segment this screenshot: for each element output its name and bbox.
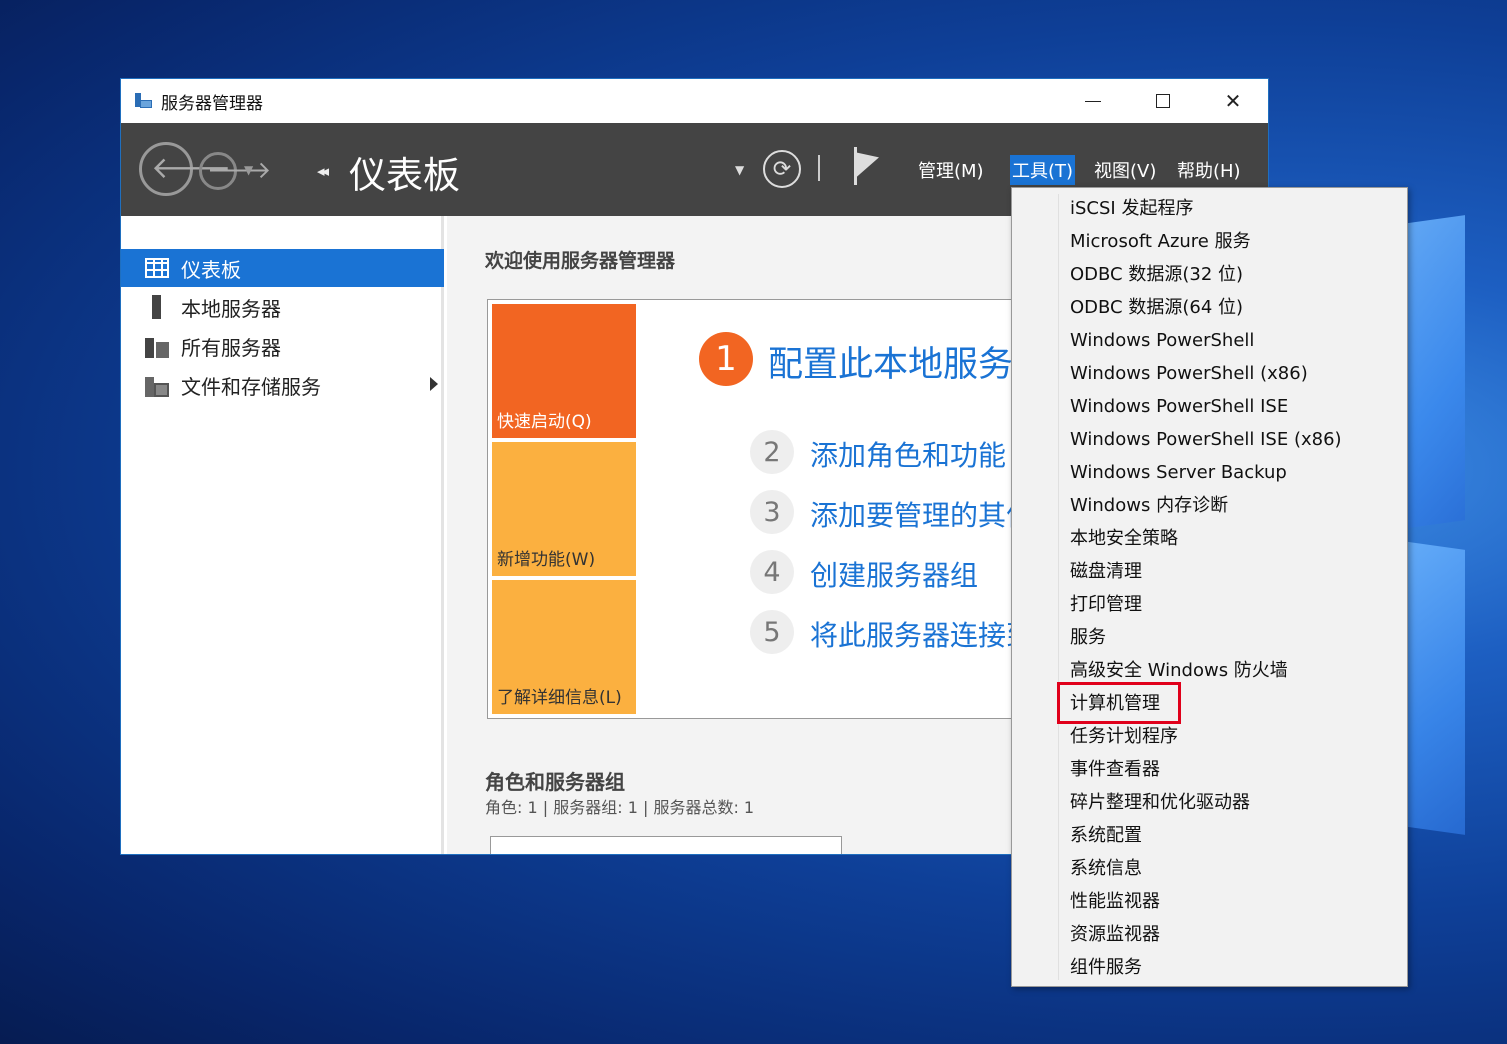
sidebar-item-label: 本地服务器 bbox=[181, 296, 281, 321]
expand-arrow-icon[interactable] bbox=[430, 377, 438, 391]
menu-tools[interactable]: 工具(T) bbox=[1010, 155, 1076, 185]
sidebar-item-label: 文件和存储服务 bbox=[181, 374, 321, 399]
step-number-2: 2 bbox=[750, 430, 794, 474]
history-dropdown-icon[interactable]: ▼ bbox=[244, 163, 253, 177]
server-icon bbox=[145, 295, 171, 319]
step-number-4: 4 bbox=[750, 550, 794, 594]
sidebar-item-local-server[interactable]: 本地服务器 bbox=[121, 288, 444, 326]
menu-gutter bbox=[1058, 194, 1059, 980]
window-title: 服务器管理器 bbox=[161, 93, 263, 114]
tools-menu-item-defragment-drives[interactable]: 碎片整理和优化驱动器 bbox=[1070, 786, 1250, 819]
step-number-3: 3 bbox=[750, 490, 794, 534]
dashboard-icon bbox=[145, 256, 171, 280]
menu-manage[interactable]: 管理(M) bbox=[916, 155, 986, 185]
step-number-5: 5 bbox=[750, 610, 794, 654]
sidebar: 仪表板 本地服务器 所有服务器 文件和存储服务 bbox=[121, 216, 444, 854]
roles-section-title: 角色和服务器组 bbox=[485, 770, 625, 794]
refresh-icon: ⟳ bbox=[772, 156, 792, 182]
tools-menu-item-disk-cleanup[interactable]: 磁盘清理 bbox=[1070, 555, 1142, 588]
sidebar-item-all-servers[interactable]: 所有服务器 bbox=[121, 327, 444, 365]
breadcrumb-chevron-icon: ◂◂ bbox=[317, 162, 329, 180]
tools-menu-item-task-scheduler[interactable]: 任务计划程序 bbox=[1070, 720, 1178, 753]
tools-menu-item-odbc-64[interactable]: ODBC 数据源(64 位) bbox=[1070, 291, 1243, 324]
step-link-create-group[interactable]: 创建服务器组 bbox=[810, 554, 978, 594]
page-title: 仪表板 bbox=[349, 154, 460, 197]
tools-menu-item-resource-monitor[interactable]: 资源监视器 bbox=[1070, 918, 1160, 951]
forward-arrow-icon: 🡒 bbox=[207, 156, 272, 184]
notifications-flag-icon[interactable] bbox=[854, 145, 884, 187]
tools-menu-item-powershell-ise-x86[interactable]: Windows PowerShell ISE (x86) bbox=[1070, 423, 1342, 456]
close-icon: ✕ bbox=[1224, 89, 1242, 113]
roles-summary: 角色: 1 | 服务器组: 1 | 服务器总数: 1 bbox=[485, 798, 755, 817]
tools-menu-item-services[interactable]: 服务 bbox=[1070, 621, 1106, 654]
tools-menu-item-system-information[interactable]: 系统信息 bbox=[1070, 852, 1142, 885]
close-button[interactable]: ✕ bbox=[1198, 79, 1268, 123]
server-manager-icon bbox=[133, 91, 153, 111]
step-number-1: 1 bbox=[699, 332, 753, 386]
tools-menu-item-odbc-32[interactable]: ODBC 数据源(32 位) bbox=[1070, 258, 1243, 291]
tools-menu-item-server-backup[interactable]: Windows Server Backup bbox=[1070, 456, 1287, 489]
sidebar-item-dashboard[interactable]: 仪表板 bbox=[121, 249, 444, 287]
tools-menu-item-local-security-policy[interactable]: 本地安全策略 bbox=[1070, 522, 1178, 555]
quick-start-panel: 快速启动(Q) 新增功能(W) 了解详细信息(L) 1 配置此本地服务 2 添加… bbox=[487, 299, 1034, 719]
tools-menu-item-system-configuration[interactable]: 系统配置 bbox=[1070, 819, 1142, 852]
back-button[interactable]: 🡐 bbox=[139, 142, 231, 196]
sidebar-item-file-storage[interactable]: 文件和存储服务 bbox=[121, 366, 444, 404]
tools-menu-item-memory-diagnostic[interactable]: Windows 内存诊断 bbox=[1070, 489, 1228, 522]
sidebar-item-label: 所有服务器 bbox=[181, 335, 281, 360]
tile-label: 了解详细信息(L) bbox=[497, 688, 622, 708]
sidebar-item-label: 仪表板 bbox=[181, 257, 241, 282]
toolbar-separator bbox=[818, 155, 820, 181]
forward-button[interactable]: 🡒 bbox=[199, 152, 271, 190]
title-bar[interactable]: 服务器管理器 ✕ bbox=[121, 79, 1268, 123]
welcome-title: 欢迎使用服务器管理器 bbox=[485, 250, 676, 272]
menu-help[interactable]: 帮助(H) bbox=[1175, 155, 1243, 185]
maximize-button[interactable] bbox=[1128, 79, 1198, 123]
minimize-button[interactable] bbox=[1058, 79, 1128, 123]
refresh-button[interactable]: ⟳ bbox=[763, 150, 801, 188]
step-link-configure[interactable]: 配置此本地服务 bbox=[768, 336, 1013, 387]
highlight-computer-management bbox=[1057, 682, 1181, 724]
tools-menu-item-performance-monitor[interactable]: 性能监视器 bbox=[1070, 885, 1160, 918]
servers-icon bbox=[145, 334, 171, 358]
tools-menu-item-powershell-ise[interactable]: Windows PowerShell ISE bbox=[1070, 390, 1288, 423]
step-link-connect[interactable]: 将此服务器连接到 bbox=[810, 614, 1034, 654]
tools-menu-item-azure-services[interactable]: Microsoft Azure 服务 bbox=[1070, 225, 1251, 258]
tile-label: 新增功能(W) bbox=[497, 550, 596, 570]
roles-tile[interactable] bbox=[490, 836, 842, 854]
tools-menu-item-component-services[interactable]: 组件服务 bbox=[1070, 951, 1142, 984]
tools-menu-item-powershell-x86[interactable]: Windows PowerShell (x86) bbox=[1070, 357, 1308, 390]
storage-icon bbox=[145, 373, 171, 397]
step-link-add-servers[interactable]: 添加要管理的其何 bbox=[810, 494, 1034, 534]
menu-view[interactable]: 视图(V) bbox=[1092, 155, 1158, 185]
tile-whats-new[interactable]: 新增功能(W) bbox=[492, 442, 636, 576]
tile-label: 快速启动(Q) bbox=[497, 412, 592, 432]
tools-menu-item-powershell[interactable]: Windows PowerShell bbox=[1070, 324, 1254, 357]
breadcrumb-dropdown-icon[interactable]: ▼ bbox=[735, 163, 744, 177]
tools-menu-dropdown: iSCSI 发起程序 Microsoft Azure 服务 ODBC 数据源(32 … bbox=[1011, 187, 1408, 987]
tile-learn-more[interactable]: 了解详细信息(L) bbox=[492, 580, 636, 714]
maximize-icon bbox=[1156, 94, 1170, 108]
step-link-add-roles[interactable]: 添加角色和功能 bbox=[810, 434, 1006, 474]
tools-menu-item-iscsi-initiator[interactable]: iSCSI 发起程序 bbox=[1070, 192, 1193, 225]
tile-quick-start[interactable]: 快速启动(Q) bbox=[492, 304, 636, 438]
minimize-icon bbox=[1085, 100, 1101, 102]
tools-menu-item-event-viewer[interactable]: 事件查看器 bbox=[1070, 753, 1160, 786]
tools-menu-item-print-management[interactable]: 打印管理 bbox=[1070, 588, 1142, 621]
